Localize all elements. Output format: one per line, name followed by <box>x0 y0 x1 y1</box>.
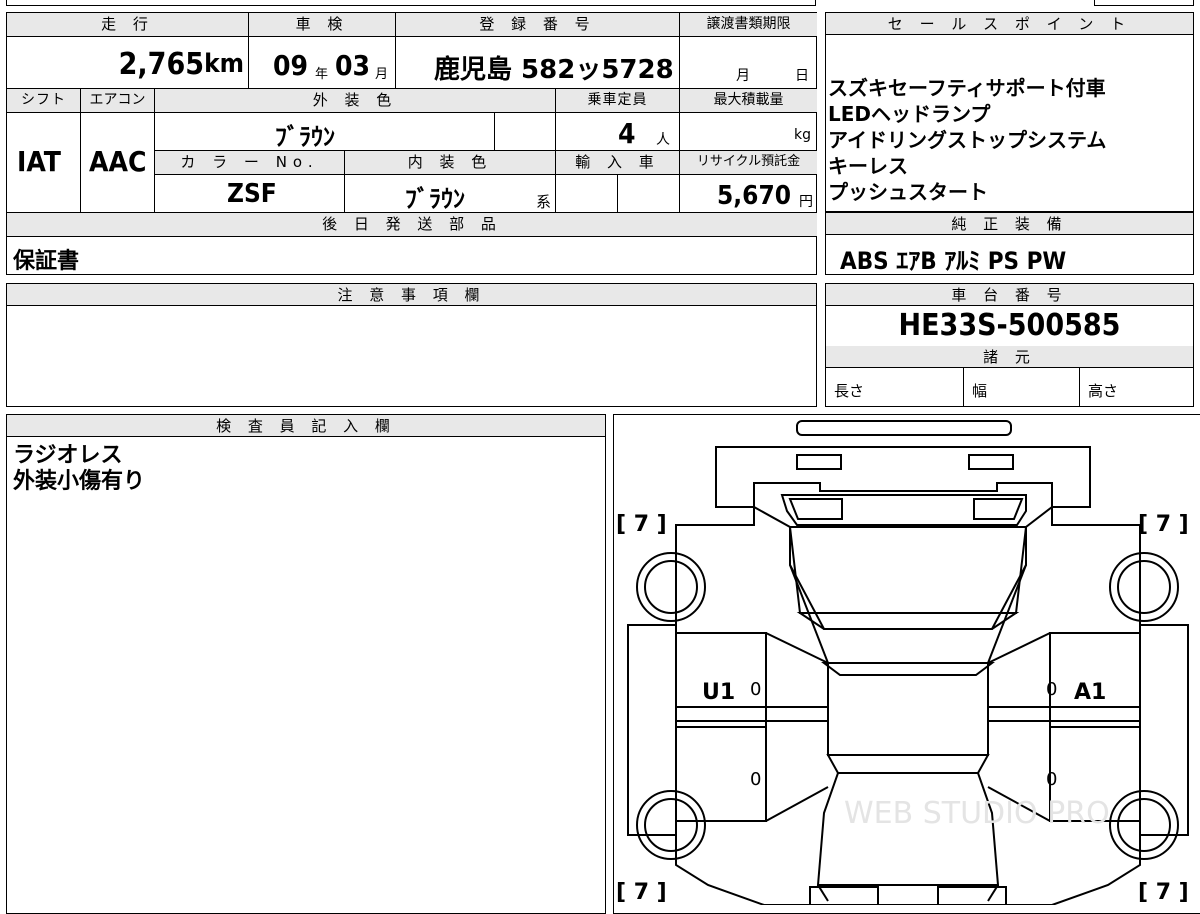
color-no-value: ZSF <box>227 179 277 209</box>
transfer-day-unit: 日 <box>795 68 809 84</box>
capacity-value: 4 <box>618 117 636 150</box>
mileage-header: 走 行 <box>7 13 249 37</box>
interior-color-header: 内 装 色 <box>345 151 556 175</box>
chassis-number-cell: HE33S-500585 <box>826 306 1193 347</box>
specs-header: 諸 元 <box>826 346 1193 368</box>
inspector-header: 検 査 員 記 入 欄 <box>7 415 605 437</box>
chassis-header: 車 台 番 号 <box>826 284 1193 306</box>
import-cell-b <box>618 175 680 213</box>
spec-length-cell: 長さ <box>826 368 964 406</box>
capacity-cell: 4 人 <box>556 113 680 151</box>
chassis-number-value: HE33S-500585 <box>898 308 1121 343</box>
zero-mark: 0 <box>750 769 761 790</box>
max-load-header: 最大積載量 <box>680 89 817 113</box>
top-cut-row-right <box>1094 0 1194 6</box>
notes-header: 注 意 事 項 欄 <box>7 284 816 306</box>
inspector-line: 外装小傷有り <box>13 469 146 494</box>
transfer-deadline-header: 譲渡書類期限 <box>680 13 817 37</box>
interior-color-suffix: 系 <box>535 193 551 211</box>
vehicle-info-table: 走 行 車 検 登 録 番 号 譲渡書類期限 2,765 km 09 年 03 … <box>6 12 817 275</box>
registration-value: 鹿児島 582ッ5728 <box>434 55 674 85</box>
top-cut-row <box>6 0 816 6</box>
later-parts-value: 保証書 <box>13 249 80 274</box>
tire-rear-left-label: [ 7 ] <box>616 512 667 537</box>
equipment-value: ABS ｴｱB ｱﾙﾐ PS PW <box>840 247 1067 275</box>
mileage-unit: km <box>204 49 244 79</box>
transfer-month-unit: 月 <box>736 68 750 84</box>
exterior-color-header: 外 装 色 <box>155 89 556 113</box>
registration-header: 登 録 番 号 <box>396 13 680 37</box>
later-parts-cell: 保証書 <box>7 237 817 274</box>
color-no-header: カ ラ ー No. <box>155 151 345 175</box>
tire-rear-right-label: [ 7 ] <box>1138 512 1189 537</box>
inspection-year-unit: 年 <box>315 67 329 82</box>
inspection-cell: 09 年 03 月 <box>249 37 396 89</box>
sales-point-item: LEDヘッドランプ <box>828 102 991 126</box>
spec-height-label: 高さ <box>1088 382 1119 400</box>
aircon-cell: AAC <box>81 113 155 213</box>
recycle-fee-unit: 円 <box>799 194 813 210</box>
sales-points-header: セ ー ル ス ポ イ ン ト <box>826 13 1193 35</box>
inspection-year: 09 <box>273 49 309 82</box>
recycle-fee-value: 5,670 <box>717 181 791 211</box>
zero-mark: 0 <box>1046 679 1057 700</box>
registration-cell: 鹿児島 582ッ5728 <box>396 37 680 89</box>
tire-front-right-label: [ 7 ] <box>1138 880 1189 905</box>
import-header: 輸 入 車 <box>556 151 680 175</box>
zero-mark: 0 <box>1046 769 1057 790</box>
inspection-month-unit: 月 <box>375 67 389 82</box>
inspector-box: 検 査 員 記 入 欄 ラジオレス 外装小傷有り <box>6 414 606 914</box>
notes-box: 注 意 事 項 欄 <box>6 283 817 407</box>
import-cell-a <box>556 175 618 213</box>
spec-length-label: 長さ <box>834 382 865 400</box>
color-no-cell: ZSF <box>155 175 345 213</box>
spec-width-cell: 幅 <box>964 368 1080 406</box>
shift-header: シフト <box>7 89 81 113</box>
watermark: WEB STUDIO PRO <box>844 796 1110 831</box>
recycle-fee-cell: 5,670 円 <box>680 175 817 213</box>
sales-points-list: スズキセーフティサポート付車 LEDヘッドランプ アイドリングストップシステム … <box>828 75 1106 205</box>
spec-height-cell: 高さ <box>1080 368 1193 406</box>
tire-front-left-label: [ 7 ] <box>616 880 667 905</box>
mileage-value: 2,765 <box>118 47 204 82</box>
exterior-color-cell: ﾌﾞﾗｳﾝ <box>155 113 495 151</box>
interior-color-value: ﾌﾞﾗｳﾝ <box>405 185 465 213</box>
aircon-value: AAC <box>89 145 147 178</box>
max-load-cell: kg <box>680 113 817 151</box>
capacity-unit: 人 <box>656 132 670 148</box>
exterior-color-extra-cell <box>495 113 556 151</box>
sales-points-box: セ ー ル ス ポ イ ン ト スズキセーフティサポート付車 LEDヘッドランプ… <box>825 12 1194 212</box>
mileage-cell: 2,765 km <box>7 37 249 89</box>
inspector-lines: ラジオレス 外装小傷有り <box>13 443 145 495</box>
car-diagram: [ 7 ] [ 7 ] [ 7 ] [ 7 ] U1 A1 0 0 0 0 WE… <box>616 420 1189 905</box>
capacity-header: 乗車定員 <box>556 89 680 113</box>
inspector-line: ラジオレス <box>13 443 123 468</box>
exterior-color-value: ﾌﾞﾗｳﾝ <box>275 123 335 151</box>
sales-point-item: アイドリングストップシステム <box>828 128 1107 152</box>
sales-point-item: プッシュスタート <box>828 180 988 204</box>
right-front-door-mark: A1 <box>1074 680 1106 705</box>
aircon-header: エアコン <box>81 89 155 113</box>
later-parts-header: 後 日 発 送 部 品 <box>7 213 817 237</box>
shift-value: IAT <box>17 145 61 178</box>
left-front-door-mark: U1 <box>702 680 735 705</box>
chassis-box: 車 台 番 号 HE33S-500585 諸 元 長さ 幅 高さ <box>825 283 1194 407</box>
transfer-deadline-cell: 月 日 <box>680 37 817 89</box>
equipment-box: 純 正 装 備 ABS ｴｱB ｱﾙﾐ PS PW <box>825 212 1194 275</box>
max-load-unit: kg <box>794 127 811 143</box>
recycle-fee-header: リサイクル預託金 <box>680 151 817 175</box>
zero-mark: 0 <box>750 679 761 700</box>
equipment-header: 純 正 装 備 <box>826 213 1193 235</box>
shift-cell: IAT <box>7 113 81 213</box>
inspection-month: 03 <box>335 49 371 82</box>
inspection-header: 車 検 <box>249 13 396 37</box>
spec-width-label: 幅 <box>972 382 988 400</box>
sales-point-item: キーレス <box>828 154 908 178</box>
interior-color-cell: ﾌﾞﾗｳﾝ 系 <box>345 175 556 213</box>
car-diagram-box: [ 7 ] [ 7 ] [ 7 ] [ 7 ] U1 A1 0 0 0 0 WE… <box>613 414 1200 914</box>
sales-point-item: スズキセーフティサポート付車 <box>828 76 1106 100</box>
